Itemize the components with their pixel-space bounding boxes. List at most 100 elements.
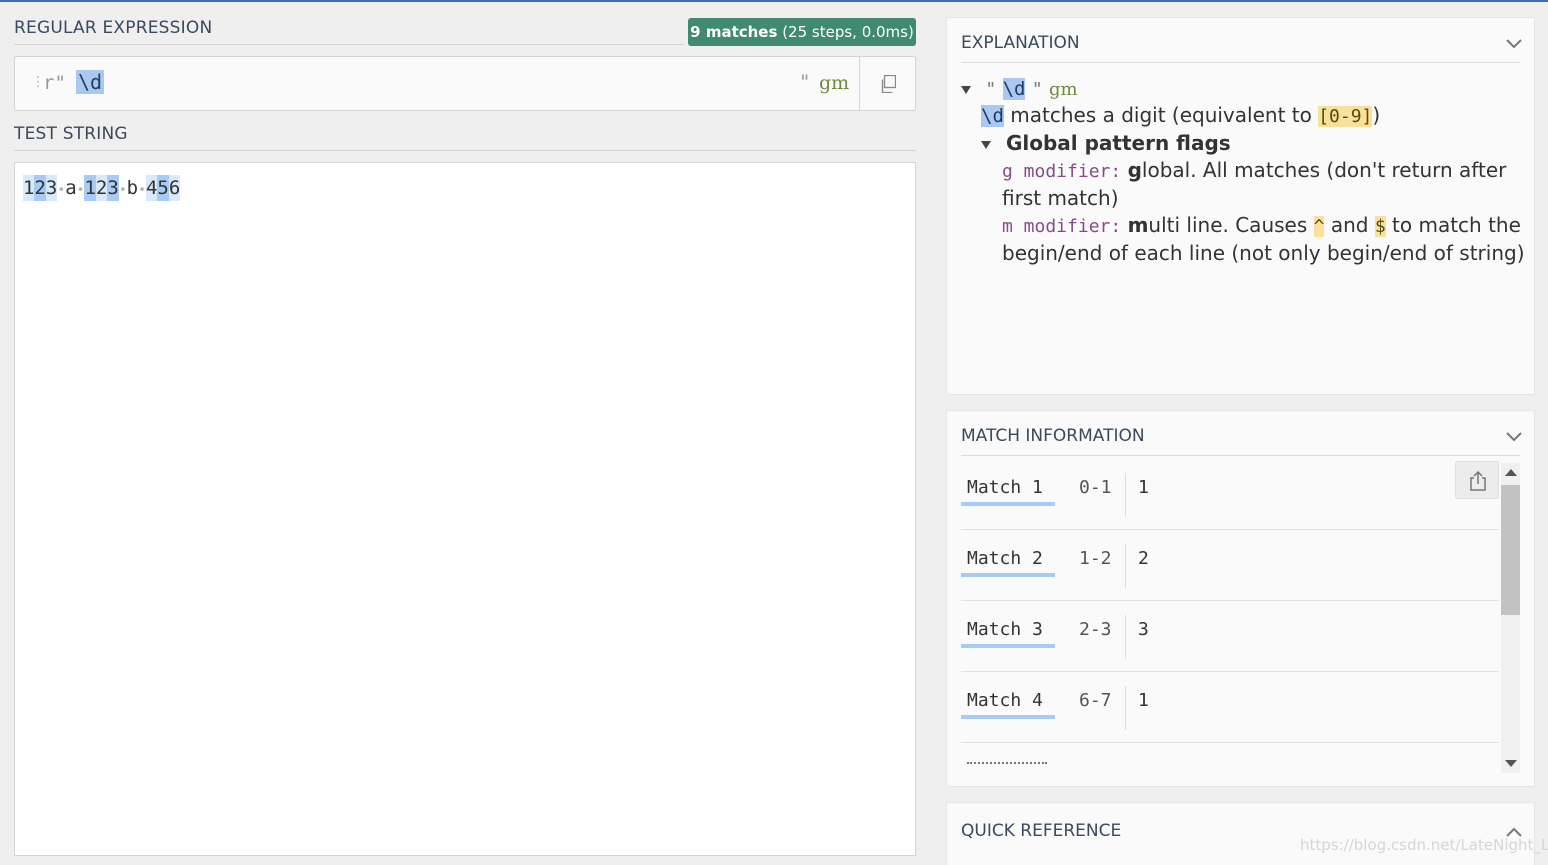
regex-input[interactable]: ⋮ r" \d " gm xyxy=(14,56,916,111)
dollar-token: $ xyxy=(1374,216,1386,237)
match-value: 2 xyxy=(1138,548,1149,569)
char-class: [0-9] xyxy=(1318,106,1373,127)
flags-heading: Global pattern flags xyxy=(1005,131,1231,155)
scroll-up-icon[interactable] xyxy=(1505,469,1517,476)
match-count-badge: 9 matches (25 steps, 0.0ms) xyxy=(688,18,916,46)
copy-regex-button[interactable] xyxy=(859,57,916,110)
scrollbar-thumb[interactable] xyxy=(1501,485,1520,615)
match-value: 1 xyxy=(1138,477,1149,498)
match-range: 1-2 xyxy=(1079,548,1112,569)
match-underline xyxy=(961,644,1055,648)
triangle-down-icon[interactable] xyxy=(981,140,991,149)
explanation-root: " \d " gm xyxy=(961,76,1078,100)
regex-prefix: r" xyxy=(43,72,66,94)
regex-section-rule xyxy=(14,44,684,45)
match-row-partial xyxy=(961,762,1161,777)
m-bold: m xyxy=(1127,213,1149,237)
g-bold: g xyxy=(1127,158,1142,182)
regex-flags[interactable]: gm xyxy=(819,72,849,94)
match-underline xyxy=(961,715,1055,719)
regex-pattern[interactable]: \d xyxy=(76,70,105,94)
test-char: 3 xyxy=(107,175,119,201)
test-char: 3 xyxy=(45,175,58,201)
match-row[interactable]: Match 3 2-3 3 xyxy=(961,601,1499,672)
editor-pane: REGULAR EXPRESSION 9 matches (25 steps, … xyxy=(0,2,930,865)
m-desc-cont: begin/end of each line (not only begin/e… xyxy=(1002,241,1525,265)
match-underline xyxy=(961,502,1055,506)
quick-reference-title: QUICK REFERENCE xyxy=(961,821,1122,841)
test-char: b xyxy=(126,177,139,199)
triangle-down-icon[interactable] xyxy=(961,85,971,94)
match-label: Match 3 xyxy=(967,619,1043,640)
match-label: Match 2 xyxy=(967,548,1043,569)
watermark: https://blog.csdn.net/LateNight_LL xyxy=(1300,836,1548,854)
test-char: 2 xyxy=(34,175,46,201)
match-separator xyxy=(1125,544,1126,588)
test-char: 6 xyxy=(168,175,181,201)
chevron-down-icon[interactable] xyxy=(1506,432,1522,442)
match-range: 2-3 xyxy=(1079,619,1112,640)
test-char: 1 xyxy=(84,175,96,201)
token-desc-close: ) xyxy=(1372,103,1381,127)
test-char: 5 xyxy=(157,175,169,201)
token-d: \d xyxy=(1002,78,1026,100)
match-info-title: MATCH INFORMATION xyxy=(961,426,1145,446)
test-char: 2 xyxy=(95,175,108,201)
caret-token: ^ xyxy=(1313,216,1325,237)
export-icon xyxy=(1470,471,1486,491)
test-section-rule xyxy=(14,150,916,151)
regex-section-title: REGULAR EXPRESSION xyxy=(14,18,213,38)
quote-open: " xyxy=(985,79,997,100)
match-row[interactable]: Match 2 1-2 2 xyxy=(961,530,1499,601)
match-count: 9 matches xyxy=(690,23,778,41)
match-row[interactable]: Match 1 0-1 1 xyxy=(961,459,1499,530)
match-range: 0-1 xyxy=(1079,477,1112,498)
token-explanation: \d matches a digit (equivalent to [0-9]) xyxy=(981,103,1380,127)
match-list[interactable]: Match 1 0-1 1 Match 2 1-2 2 Match 3 2-3 … xyxy=(947,459,1501,777)
whitespace-dot-icon: • xyxy=(57,183,66,198)
match-list-scrollbar[interactable] xyxy=(1501,463,1520,773)
match-label: Match 4 xyxy=(967,690,1043,711)
explanation-panel: EXPLANATION " \d " gm \d matches a digit… xyxy=(946,17,1535,395)
token-d-ref: \d xyxy=(981,105,1004,127)
match-range: 6-7 xyxy=(1079,690,1112,711)
g-desc: lobal. All matches (don't return after xyxy=(1141,158,1507,182)
copy-icon xyxy=(881,75,896,93)
m-desc: ulti line. Causes xyxy=(1148,213,1308,237)
root-flags: gm xyxy=(1049,79,1078,100)
explanation-title: EXPLANATION xyxy=(961,33,1080,53)
match-separator xyxy=(1125,615,1126,659)
g-flag-line: g modifier: global. All matches (don't r… xyxy=(1002,158,1506,182)
match-info-rule xyxy=(961,455,1520,456)
match-label: Match 1 xyxy=(967,477,1043,498)
match-value: 1 xyxy=(1138,690,1149,711)
token-desc: matches a digit (equivalent to xyxy=(1010,103,1312,127)
whitespace-dot-icon: • xyxy=(76,183,85,198)
test-string-title: TEST STRING xyxy=(14,124,128,144)
explanation-rule xyxy=(961,62,1520,63)
test-string-text[interactable]: 123•a•123•b•456 xyxy=(23,175,181,204)
match-underline xyxy=(961,573,1055,577)
quick-reference-panel: QUICK REFERENCE xyxy=(946,802,1535,865)
test-string-input[interactable]: 123•a•123•b•456 xyxy=(14,162,916,856)
whitespace-dot-icon: • xyxy=(138,183,146,198)
whitespace-dot-icon: • xyxy=(118,183,127,198)
m-flag-line: m modifier: multi line. Causes ^ and $ t… xyxy=(1002,213,1521,237)
match-row[interactable]: Match 4 6-7 1 xyxy=(961,672,1499,743)
test-char: a xyxy=(65,177,77,199)
g-desc-cont: first match) xyxy=(1002,186,1119,210)
partial-row-glyphs xyxy=(967,762,1047,765)
test-char: 1 xyxy=(23,175,35,201)
scroll-down-icon[interactable] xyxy=(1505,760,1517,767)
chevron-down-icon[interactable] xyxy=(1506,39,1522,49)
match-separator xyxy=(1125,473,1126,517)
match-steps: (25 steps, 0.0ms) xyxy=(777,23,914,41)
export-matches-button[interactable] xyxy=(1455,461,1499,499)
test-char: 4 xyxy=(145,175,158,201)
and-word: and xyxy=(1330,213,1369,237)
match-separator xyxy=(1125,686,1126,730)
regex-flags-quote: " xyxy=(799,71,811,93)
flags-heading-row: Global pattern flags xyxy=(981,131,1231,155)
quote-close: " xyxy=(1031,79,1043,100)
m-modifier: m modifier: xyxy=(1002,216,1122,237)
